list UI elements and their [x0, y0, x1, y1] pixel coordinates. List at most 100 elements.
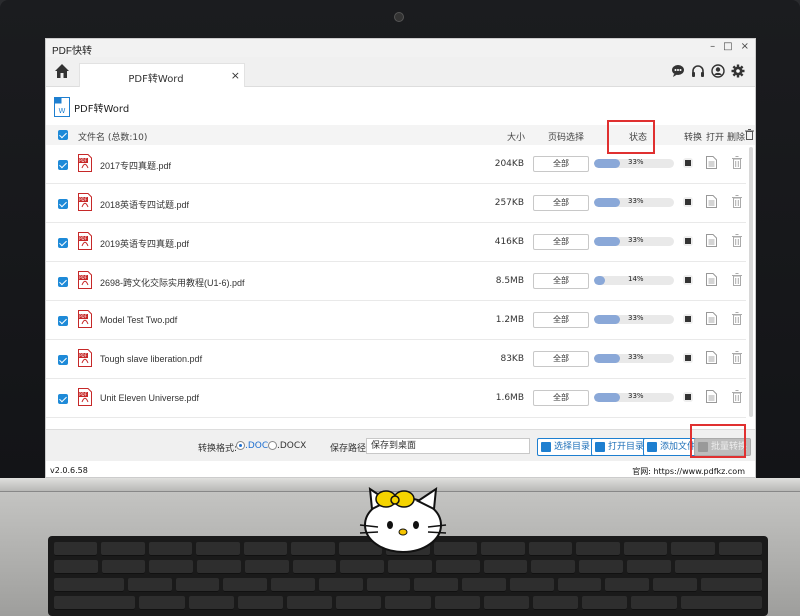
- tab-bar: PDF转Word ×: [46, 57, 755, 87]
- progress-fill: [594, 315, 621, 324]
- row-checkbox[interactable]: [58, 277, 68, 287]
- page-select-button[interactable]: 全部: [533, 351, 589, 367]
- minimize-button[interactable]: –: [710, 41, 715, 52]
- pdf-file-icon: PDF: [78, 193, 92, 211]
- user-icon[interactable]: [711, 64, 725, 78]
- status-bar: v2.0.6.58 官网: https://www.pdfkz.com: [46, 463, 755, 477]
- trash-icon[interactable]: [732, 351, 742, 364]
- file-size: 257KB: [494, 198, 524, 208]
- stop-convert-icon[interactable]: [683, 197, 693, 207]
- page-header: W PDF转Word: [54, 95, 129, 119]
- table-row[interactable]: PDF Tough slave liberation.pdf 83KB 全部 3…: [46, 340, 746, 379]
- app-window: PDF快转 – □ × PDF转Word × W PDF转Word 文件名 (总…: [45, 38, 756, 478]
- progress-fill: [594, 276, 606, 285]
- col-convert: 转换: [684, 133, 703, 143]
- file-size: 83KB: [500, 354, 524, 364]
- delete-all-icon[interactable]: [745, 129, 754, 140]
- add-file-icon: [647, 442, 657, 452]
- svg-text:W: W: [59, 107, 66, 115]
- tab-close-icon[interactable]: ×: [231, 69, 240, 82]
- format-docx-radio[interactable]: [268, 441, 277, 450]
- stop-convert-icon[interactable]: [683, 314, 693, 324]
- trash-icon[interactable]: [732, 195, 742, 208]
- select-all-checkbox[interactable]: [58, 130, 68, 140]
- version-label: v2.0.6.58: [50, 466, 88, 475]
- title-bar: PDF快转 – □ ×: [46, 39, 755, 57]
- table-row[interactable]: PDF 2019英语专四真题.pdf 416KB 全部 33%: [46, 223, 746, 262]
- hello-kitty-sticker: [359, 487, 447, 553]
- progress-fill: [594, 237, 621, 246]
- table-row[interactable]: PDF 2018英语专四试题.pdf 257KB 全部 33%: [46, 184, 746, 223]
- progress-text: 33%: [628, 158, 644, 166]
- format-doc-radio[interactable]: [236, 441, 245, 450]
- webcam: [394, 12, 404, 22]
- progress-fill: [594, 159, 621, 168]
- stop-convert-icon[interactable]: [683, 275, 693, 285]
- chat-icon[interactable]: [671, 64, 685, 78]
- svg-text:PDF: PDF: [79, 158, 87, 163]
- progress-fill: [594, 198, 621, 207]
- file-size: 8.5MB: [495, 276, 524, 286]
- stop-convert-icon[interactable]: [683, 236, 693, 246]
- stop-convert-icon[interactable]: [683, 158, 693, 168]
- open-dir-button[interactable]: 打开目录: [591, 438, 649, 456]
- save-path-input[interactable]: 保存到桌面: [366, 438, 530, 454]
- close-button[interactable]: ×: [741, 41, 749, 52]
- home-icon[interactable]: [54, 63, 70, 79]
- col-filename: 文件名 (总数:10): [78, 133, 148, 143]
- footer-toolbar: 转换格式: .DOC .DOCX 保存路径: 保存到桌面 选择目录 打开目录 添…: [46, 429, 755, 461]
- page-select-button[interactable]: 全部: [533, 390, 589, 406]
- stop-convert-icon[interactable]: [683, 353, 693, 363]
- page-select-button[interactable]: 全部: [533, 273, 589, 289]
- page-select-button[interactable]: 全部: [533, 156, 589, 172]
- open-file-icon[interactable]: [706, 312, 717, 325]
- pdf-file-icon: PDF: [78, 349, 92, 367]
- pdf-file-icon: PDF: [78, 154, 92, 172]
- app-title: PDF快转: [52, 46, 92, 57]
- scrollbar[interactable]: [749, 147, 753, 417]
- row-checkbox[interactable]: [58, 160, 68, 170]
- svg-text:PDF: PDF: [79, 353, 87, 358]
- col-open: 打开: [706, 133, 725, 143]
- choose-dir-button[interactable]: 选择目录: [537, 438, 595, 456]
- col-delete: 删除: [727, 133, 746, 143]
- page-select-button[interactable]: 全部: [533, 195, 589, 211]
- website-link[interactable]: 官网: https://www.pdfkz.com: [632, 466, 745, 477]
- maximize-button[interactable]: □: [723, 41, 732, 52]
- open-file-icon[interactable]: [706, 273, 717, 286]
- file-size: 1.6MB: [495, 393, 524, 403]
- trash-icon[interactable]: [732, 156, 742, 169]
- row-checkbox[interactable]: [58, 394, 68, 404]
- page-title: PDF转Word: [74, 103, 130, 115]
- svg-text:PDF: PDF: [79, 275, 87, 280]
- file-name: 2018英语专四试题.pdf: [100, 200, 190, 210]
- page-select-button[interactable]: 全部: [533, 312, 589, 328]
- gear-icon[interactable]: [731, 64, 745, 78]
- row-checkbox[interactable]: [58, 238, 68, 248]
- headset-icon[interactable]: [691, 64, 705, 78]
- open-file-icon[interactable]: [706, 351, 717, 364]
- trash-icon[interactable]: [732, 234, 742, 247]
- file-name: Tough slave liberation.pdf: [100, 354, 203, 364]
- page-select-button[interactable]: 全部: [533, 234, 589, 250]
- file-name: 2698-跨文化交际实用教程(U1-6).pdf: [100, 278, 245, 288]
- word-doc-icon: W: [54, 97, 70, 117]
- open-file-icon[interactable]: [706, 195, 717, 208]
- row-checkbox[interactable]: [58, 199, 68, 209]
- table-row[interactable]: PDF Unit Eleven Universe.pdf 1.6MB 全部 33…: [46, 379, 746, 418]
- row-checkbox[interactable]: [58, 355, 68, 365]
- progress-text: 33%: [628, 314, 644, 322]
- open-file-icon[interactable]: [706, 390, 717, 403]
- trash-icon[interactable]: [732, 273, 742, 286]
- progress-text: 33%: [628, 236, 644, 244]
- tab-pdf-to-word[interactable]: PDF转Word ×: [79, 63, 245, 87]
- row-checkbox[interactable]: [58, 316, 68, 326]
- trash-icon[interactable]: [732, 390, 742, 403]
- trash-icon[interactable]: [732, 312, 742, 325]
- table-row[interactable]: PDF 2698-跨文化交际实用教程(U1-6).pdf 8.5MB 全部 14…: [46, 262, 746, 301]
- open-file-icon[interactable]: [706, 156, 717, 169]
- pdf-file-icon: PDF: [78, 310, 92, 328]
- open-file-icon[interactable]: [706, 234, 717, 247]
- table-row[interactable]: PDF Model Test Two.pdf 1.2MB 全部 33%: [46, 301, 746, 340]
- stop-convert-icon[interactable]: [683, 392, 693, 402]
